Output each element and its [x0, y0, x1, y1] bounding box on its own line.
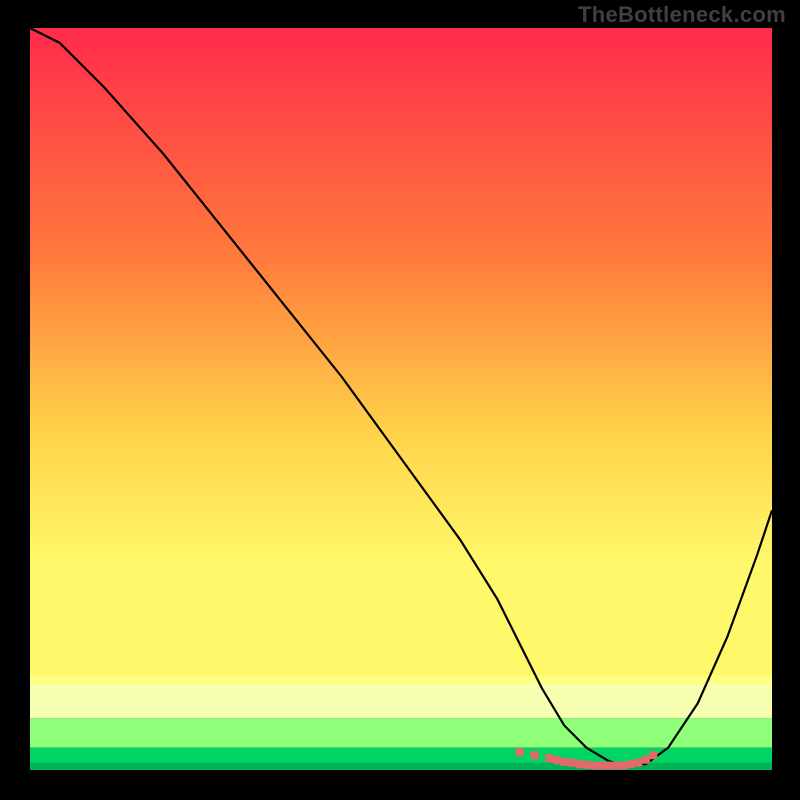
optimal-marker [612, 761, 620, 769]
band-green-edge [30, 763, 772, 770]
gradient-body [30, 28, 772, 681]
optimal-marker [642, 756, 650, 764]
optimal-marker [634, 758, 642, 766]
optimal-marker [620, 761, 628, 769]
optimal-marker [605, 761, 613, 769]
chart-svg [30, 28, 772, 770]
band-green-light [30, 718, 772, 748]
optimal-marker [560, 758, 568, 766]
plot-area [30, 28, 772, 770]
optimal-marker [530, 751, 538, 759]
band-yellow-ridge [30, 675, 772, 684]
optimal-marker [649, 751, 657, 759]
optimal-marker [568, 758, 576, 766]
optimal-marker [545, 754, 553, 762]
chart-frame: TheBottleneck.com [0, 0, 800, 800]
watermark-text: TheBottleneck.com [578, 2, 786, 28]
optimal-marker [516, 748, 524, 756]
optimal-marker [627, 760, 635, 768]
optimal-marker [590, 761, 598, 769]
optimal-marker [597, 761, 605, 769]
optimal-marker [553, 756, 561, 764]
band-light [30, 681, 772, 718]
optimal-marker [582, 761, 590, 769]
optimal-marker [575, 760, 583, 768]
